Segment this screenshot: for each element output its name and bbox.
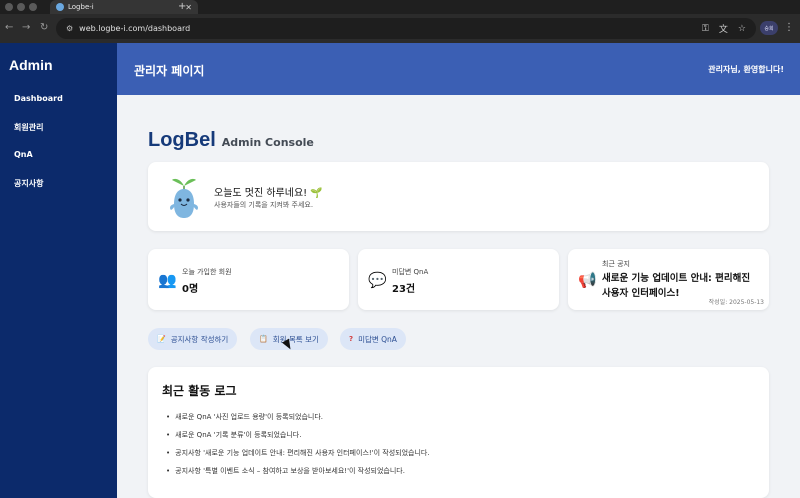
- megaphone-icon: 📢: [578, 271, 597, 289]
- unanswered-qna-button[interactable]: ? 미답변 QnA: [340, 328, 406, 350]
- activity-log-card: 최근 활동 로그 새로운 QnA '사진 업로드 용량'이 등록되었습니다. 새…: [148, 367, 769, 498]
- stat-card-unanswered: 💬 미답변 QnA 23건: [358, 249, 559, 310]
- unanswered-qna-label: 미답변 QnA: [358, 334, 397, 344]
- page-header: 관리자 페이지 관리자님, 환영합니다!: [117, 43, 800, 95]
- browser-tab[interactable]: Logbe-i ✕: [50, 0, 198, 14]
- list-item: 새로운 QnA '사진 업로드 용량'이 등록되었습니다.: [166, 408, 430, 426]
- address-bar-row: ← → ↻ ⚙ web.logbe-i.com/dashboard ⚿ 文 ☆ …: [0, 14, 800, 43]
- brand-name: LogBel: [148, 129, 216, 151]
- window-minimize-dot[interactable]: [17, 3, 25, 11]
- list-item: 공지사항 '특별 이벤트 소식 – 참여하고 보상을 받아보세요!'이 작성되었…: [166, 462, 430, 480]
- sidebar: Admin Dashboard 회원관리 QnA 공지사항: [0, 43, 117, 498]
- key-icon[interactable]: ⚿: [702, 24, 709, 34]
- activity-log-title: 최근 활동 로그: [162, 384, 237, 398]
- stat-card-signups: 👥 오늘 가입한 회원 0명: [148, 249, 349, 310]
- page-title: 관리자 페이지: [134, 64, 205, 78]
- write-notice-button[interactable]: 📝 공지사항 작성하기: [148, 328, 238, 350]
- notice-date: 작성일: 2025-05-13: [708, 299, 764, 306]
- write-notice-label: 공지사항 작성하기: [170, 334, 229, 344]
- unanswered-value: 23건: [392, 284, 416, 295]
- list-item: 새로운 QnA '기록 분류'이 등록되었습니다.: [166, 426, 430, 444]
- forward-icon[interactable]: →: [22, 22, 30, 33]
- activity-log-list: 새로운 QnA '사진 업로드 용량'이 등록되었습니다. 새로운 QnA '기…: [166, 408, 430, 480]
- signups-value: 0명: [182, 284, 199, 295]
- brand: LogBel Admin Console: [148, 129, 314, 152]
- stat-card-notice[interactable]: 📢 최근 공지 새로운 기능 업데이트 안내: 편리해진 사용자 인터페이스! …: [568, 249, 769, 310]
- sidebar-item-qna[interactable]: QnA: [14, 150, 33, 159]
- people-icon: 👥: [158, 271, 177, 289]
- sidebar-item-members[interactable]: 회원관리: [14, 122, 43, 133]
- reload-icon[interactable]: ↻: [40, 22, 48, 33]
- bookmark-star-icon[interactable]: ☆: [738, 24, 746, 34]
- favicon-icon: [56, 3, 64, 11]
- welcome-text: 관리자님, 환영합니다!: [708, 65, 784, 74]
- url-field[interactable]: ⚙ web.logbe-i.com/dashboard ⚿ 文 ☆: [56, 18, 756, 39]
- unanswered-label: 미답변 QnA: [392, 268, 429, 276]
- new-tab-button[interactable]: +: [178, 0, 186, 14]
- list-item: 공지사항 '새로운 기능 업데이트 안내: 편리해진 사용자 인터페이스!'이 …: [166, 444, 429, 462]
- member-list-label: 회원 목록 보기: [272, 334, 319, 344]
- site-info-icon[interactable]: ⚙: [66, 24, 73, 33]
- window-close-dot[interactable]: [5, 3, 13, 11]
- profile-avatar[interactable]: 승희: [760, 21, 778, 35]
- pencil-icon: 📝: [157, 335, 166, 343]
- signups-label: 오늘 가입한 회원: [182, 268, 232, 276]
- sidebar-item-notices[interactable]: 공지사항: [14, 178, 43, 189]
- sprout-mascot-icon: [170, 178, 198, 218]
- sidebar-item-dashboard[interactable]: Dashboard: [14, 94, 63, 103]
- question-icon: ?: [349, 335, 354, 343]
- tab-title: Logbe-i: [68, 3, 94, 11]
- greeting-card: 오늘도 멋진 하루네요! 🌱 사용자들의 기록을 지켜봐 주세요.: [148, 162, 769, 231]
- more-menu-icon[interactable]: ⋮: [784, 22, 794, 33]
- greeting-title: 오늘도 멋진 하루네요! 🌱: [214, 188, 323, 199]
- brand-subtitle: Admin Console: [221, 136, 314, 149]
- url-text[interactable]: web.logbe-i.com/dashboard: [79, 24, 692, 33]
- speech-bubble-icon: 💬: [368, 271, 387, 289]
- translate-icon[interactable]: 文: [719, 22, 728, 35]
- notice-label: 최근 공지: [602, 260, 630, 268]
- clipboard-icon: 📋: [259, 335, 268, 343]
- browser-tab-bar: Logbe-i ✕ +: [0, 0, 800, 14]
- greeting-subtitle: 사용자들의 기록을 지켜봐 주세요.: [214, 201, 314, 209]
- window-zoom-dot[interactable]: [29, 3, 37, 11]
- main-content: LogBel Admin Console 오늘도 멋진 하루네요! 🌱 사용자들…: [117, 95, 800, 498]
- back-icon[interactable]: ←: [5, 22, 13, 33]
- sidebar-title: Admin: [9, 57, 53, 73]
